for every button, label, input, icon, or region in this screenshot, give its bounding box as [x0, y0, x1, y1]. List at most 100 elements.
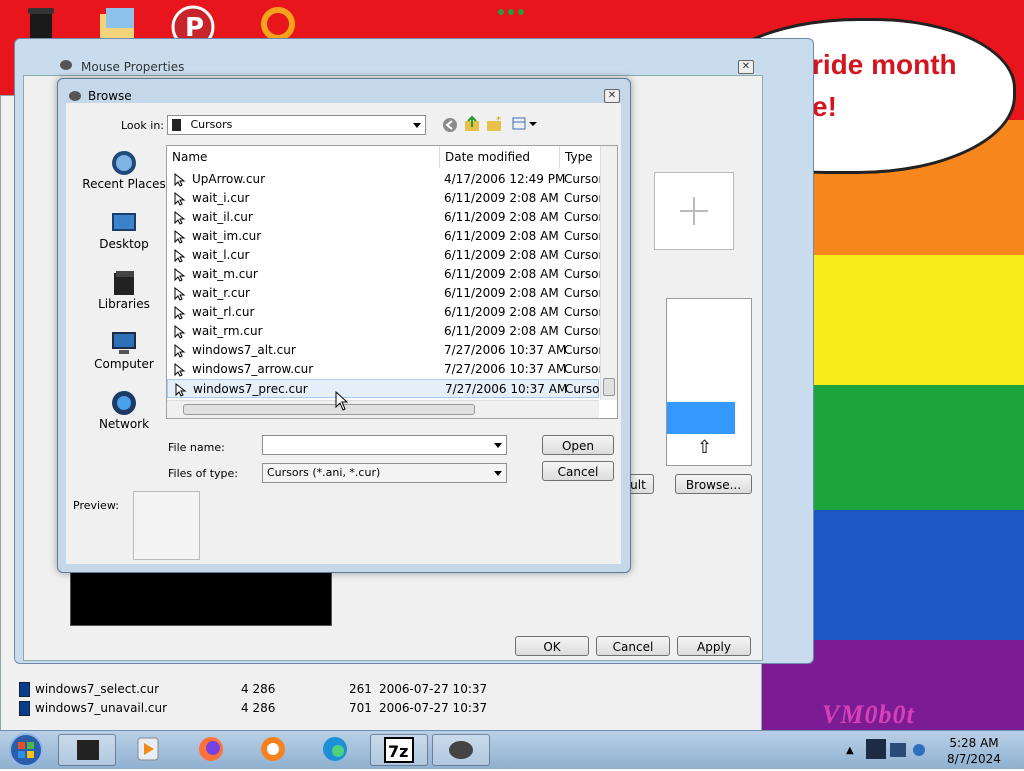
place-libraries[interactable]: Libraries [76, 269, 172, 311]
file-type: Cursor [564, 210, 604, 224]
mouse-icon [449, 741, 473, 759]
cancel-button[interactable]: Cancel [596, 636, 670, 656]
file-row[interactable]: wait_m.cur 6/11/2009 2:08 AM Cursor [167, 265, 603, 284]
svg-text:*: * [496, 115, 501, 126]
table-row[interactable]: windows7_unavail.cur 4 286 701 2006-07-2… [19, 699, 499, 717]
place-network[interactable]: Network [76, 389, 172, 431]
file-name: wait_l.cur [192, 248, 250, 262]
up-arrow-icon: ⇧ [697, 437, 713, 458]
file-type: Cursor [564, 229, 604, 243]
place-label: Desktop [99, 237, 149, 251]
file-row[interactable]: wait_i.cur 6/11/2009 2:08 AM Cursor [167, 189, 603, 208]
table-row[interactable]: windows7_select.cur 4 286 261 2006-07-27… [19, 680, 499, 698]
clock-date: 8/7/2024 [947, 752, 1001, 766]
back-icon[interactable] [442, 117, 458, 133]
file-type: Cursor [564, 324, 604, 338]
file-type: Cursor [564, 191, 604, 205]
browse-button[interactable]: Browse... [675, 474, 752, 494]
file-name-label: File name: [168, 441, 225, 454]
start-orb-icon[interactable] [6, 732, 46, 768]
show-hidden-icons-icon[interactable]: ▲ [846, 745, 854, 756]
files-of-type-label: Files of type: [168, 467, 239, 480]
chevron-down-icon [494, 443, 502, 448]
look-in-value: Cursors [190, 118, 233, 131]
open-button[interactable]: Open [542, 435, 614, 455]
uc-browser-icon [261, 737, 285, 761]
taskbar-clock[interactable]: 5:28 AM 8/7/2024 [938, 735, 1010, 767]
file-type: Cursor [564, 343, 604, 357]
file-name: wait_i.cur [192, 191, 250, 205]
file-row[interactable]: windows7_prec.cur 7/27/2006 10:37 AM Curso… [167, 379, 604, 398]
cursor-file-icon [173, 362, 187, 377]
chevron-down-icon [494, 471, 502, 476]
vertical-scrollbar[interactable] [600, 146, 617, 400]
taskbar-app-7zip[interactable]: 7z [370, 734, 428, 766]
explorer-icon [77, 740, 99, 760]
cursor-file-icon [173, 324, 187, 339]
apply-button[interactable]: Apply [677, 636, 751, 656]
file-date: 2006-07-27 10:37 [379, 701, 488, 715]
file-date: 6/11/2009 2:08 AM [444, 210, 559, 224]
file-row[interactable]: wait_l.cur 6/11/2009 2:08 AM Cursor [167, 246, 603, 265]
column-header-date[interactable]: Date modified [440, 146, 560, 168]
taskbar-app-edge[interactable] [307, 734, 365, 766]
new-folder-icon[interactable]: * [486, 115, 504, 133]
file-list[interactable]: Name Date modified Type UpArrow.cur 4/17/… [166, 145, 618, 419]
taskbar-app-mouse[interactable] [432, 734, 490, 766]
file-name: wait_im.cur [192, 229, 262, 243]
view-menu-icon[interactable] [512, 116, 538, 132]
file-name: windows7_alt.cur [192, 343, 296, 357]
taskbar-app-explorer[interactable] [58, 734, 116, 766]
taskbar-app-uc-browser[interactable] [245, 734, 303, 766]
file-row[interactable]: wait_rl.cur 6/11/2009 2:08 AM Cursor [167, 303, 603, 322]
file-row[interactable]: wait_il.cur 6/11/2009 2:08 AM Cursor [167, 208, 603, 227]
file-row[interactable]: wait_r.cur 6/11/2009 2:08 AM Cursor [167, 284, 603, 303]
file-name: windows7_prec.cur [193, 382, 308, 396]
recent-places-icon [110, 149, 138, 177]
camera-dots-icon [496, 6, 526, 16]
preview-label: Preview: [73, 499, 119, 512]
taskbar-app-firefox[interactable] [183, 734, 241, 766]
file-name: UpArrow.cur [192, 172, 266, 186]
file-date: 6/11/2009 2:08 AM [444, 286, 559, 300]
file-row[interactable]: wait_im.cur 6/11/2009 2:08 AM Cursor [167, 227, 603, 246]
cursor-file-icon [173, 229, 187, 244]
files-of-type-select[interactable]: Cursors (*.ani, *.cur) [262, 463, 507, 483]
file-row[interactable]: wait_rm.cur 6/11/2009 2:08 AM Cursor [167, 322, 603, 341]
scroll-thumb[interactable] [603, 378, 615, 396]
look-in-select[interactable]: Cursors [167, 115, 426, 135]
close-button[interactable]: ✕ [738, 60, 754, 74]
scroll-thumb[interactable] [183, 404, 475, 415]
place-computer[interactable]: Computer [76, 329, 172, 371]
horizontal-scrollbar[interactable] [167, 400, 599, 418]
place-recent-places[interactable]: Recent Places [76, 149, 172, 191]
column-header-name[interactable]: Name [167, 146, 440, 168]
7zip-icon: 7z [384, 737, 414, 763]
file-date: 6/11/2009 2:08 AM [444, 191, 559, 205]
file-name: windows7_unavail.cur [35, 701, 168, 715]
file-name-input[interactable] [262, 435, 507, 455]
file-icon [19, 701, 30, 716]
file-row[interactable]: UpArrow.cur 4/17/2006 12:49 PM Cursor [167, 170, 603, 189]
up-folder-icon[interactable] [464, 115, 480, 133]
ok-button[interactable]: OK [515, 636, 589, 656]
file-type: Cursor [564, 267, 604, 281]
column-header-type[interactable]: Type [560, 146, 605, 168]
libraries-icon [110, 269, 138, 297]
cancel-button[interactable]: Cancel [542, 461, 614, 481]
look-in-label: Look in: [121, 119, 164, 132]
file-date: 7/27/2006 10:37 AM [444, 343, 567, 357]
selected-cursor-row[interactable] [667, 402, 735, 434]
cursor-file-icon [173, 267, 187, 282]
file-date: 6/11/2009 2:08 AM [444, 229, 559, 243]
close-button[interactable]: ✕ [604, 89, 620, 103]
cursor-file-icon [173, 305, 187, 320]
taskbar-app-media[interactable] [120, 734, 178, 766]
file-size: 4 286 [241, 701, 276, 715]
place-label: Libraries [98, 297, 150, 311]
place-desktop[interactable]: Desktop [76, 209, 172, 251]
cursor-scheme-list[interactable]: ⇧ [666, 298, 752, 466]
file-row[interactable]: windows7_arrow.cur 7/27/2006 10:37 AM Curs… [167, 360, 603, 379]
file-row[interactable]: windows7_alt.cur 7/27/2006 10:37 AM Cursor [167, 341, 603, 360]
tray-icons[interactable] [864, 735, 932, 765]
